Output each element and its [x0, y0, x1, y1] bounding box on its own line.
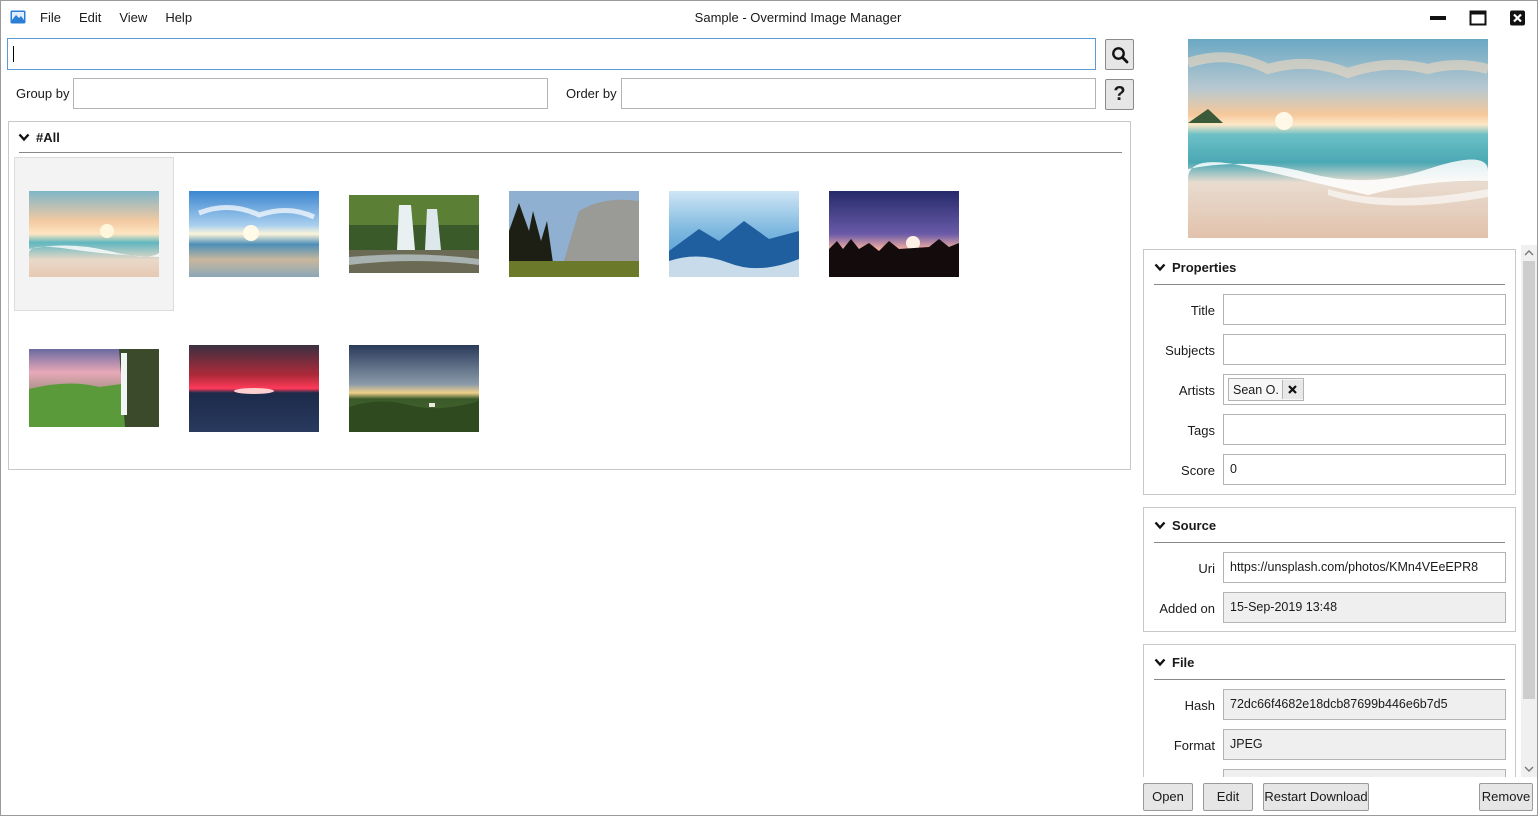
menu-help[interactable]: Help: [156, 1, 201, 35]
remove-artist-button[interactable]: [1281, 380, 1303, 399]
scroll-up-icon[interactable]: [1524, 248, 1534, 258]
gallery-tile-valley-waterfall[interactable]: [15, 312, 173, 464]
gallery-tile-mountains-clouds[interactable]: [655, 158, 813, 310]
tags-field[interactable]: [1223, 414, 1506, 445]
uri-label: Uri: [1198, 561, 1215, 576]
maximize-button[interactable]: [1468, 9, 1488, 27]
added-on-label: Added on: [1159, 601, 1215, 616]
gallery-tile-red-sunset[interactable]: [175, 312, 333, 464]
next-field: [1223, 769, 1506, 777]
thumbnail-valley-waterfall: [29, 349, 159, 427]
thumbnail-red-sunset: [189, 345, 319, 432]
source-section: Source Uri https://unsplash.com/photos/K…: [1143, 507, 1516, 632]
edit-button[interactable]: Edit: [1203, 783, 1253, 811]
thumbnail-granite-cliff: [509, 191, 639, 277]
file-title: File: [1172, 655, 1195, 670]
uri-field[interactable]: https://unsplash.com/photos/KMn4VEeEPR8: [1223, 552, 1506, 583]
close-icon: [1288, 385, 1298, 394]
file-divider: [1154, 679, 1505, 680]
artist-chip-label: Sean O.: [1233, 382, 1279, 397]
title-bar: File Edit View Help Sample - Overmind Im…: [1, 1, 1537, 35]
thumbnail-mountains-clouds: [669, 191, 799, 277]
thumbnail-dusk-forest: [829, 191, 959, 277]
hash-label: Hash: [1184, 698, 1215, 713]
title-label: Title: [1190, 303, 1215, 318]
gallery-tile-storm-landscape[interactable]: [335, 312, 493, 464]
search-button[interactable]: [1105, 39, 1134, 70]
source-title: Source: [1172, 518, 1217, 533]
group-header[interactable]: #All: [18, 130, 60, 145]
chevron-down-icon: [1154, 521, 1166, 530]
gallery-tile-dusk-forest[interactable]: [815, 158, 973, 310]
open-button[interactable]: Open: [1143, 783, 1193, 811]
artist-chip: Sean O.: [1228, 378, 1304, 401]
chevron-down-icon: [1154, 658, 1166, 667]
search-icon: [1111, 46, 1128, 63]
score-label: Score: [1181, 463, 1215, 478]
menu-file[interactable]: File: [31, 1, 70, 35]
gallery-tile-ocean-horizon[interactable]: [175, 158, 333, 310]
thumbnail-ocean-horizon: [189, 191, 319, 277]
app-logo-icon[interactable]: [10, 10, 26, 24]
close-button[interactable]: [1508, 9, 1528, 27]
gallery-tile-beach-sunset[interactable]: [14, 157, 174, 311]
properties-scrollbar[interactable]: [1521, 245, 1537, 777]
score-field[interactable]: 0: [1223, 454, 1506, 485]
gallery-tile-granite-cliff[interactable]: [495, 158, 653, 310]
format-field: JPEG: [1223, 729, 1506, 760]
image-preview: [1188, 39, 1488, 238]
menu-view[interactable]: View: [110, 1, 156, 35]
restart-download-button[interactable]: Restart Download: [1263, 783, 1369, 811]
gallery-tile-forest-waterfall[interactable]: [335, 158, 493, 310]
group-by-field[interactable]: [73, 78, 548, 109]
properties-header[interactable]: Properties: [1154, 260, 1236, 275]
help-button[interactable]: ?: [1105, 79, 1134, 110]
tags-label: Tags: [1187, 423, 1215, 438]
maximize-icon: [1469, 10, 1487, 26]
group-name: #All: [36, 130, 60, 145]
added-on-field: 15-Sep-2019 13:48: [1223, 592, 1506, 623]
properties-divider: [1154, 284, 1505, 285]
file-header[interactable]: File: [1154, 655, 1194, 670]
order-by-label: Order by: [566, 86, 617, 101]
chevron-down-icon: [1154, 263, 1166, 272]
thumbnail-forest-waterfall: [349, 195, 479, 273]
menu-edit[interactable]: Edit: [70, 1, 110, 35]
properties-section: Properties Title Subjects Artists Sean O…: [1143, 249, 1516, 495]
text-caret: [13, 46, 14, 62]
group-divider: [19, 152, 1122, 153]
format-label: Format: [1173, 738, 1215, 753]
artists-label: Artists: [1178, 383, 1215, 398]
file-section: File Hash 72dc66f4682e18dcb87699b446e6b7…: [1143, 644, 1516, 777]
group-by-label: Group by: [16, 86, 70, 101]
remove-button[interactable]: Remove: [1479, 783, 1533, 811]
app-window: File Edit View Help Sample - Overmind Im…: [0, 0, 1538, 816]
thumbnail-storm-landscape: [349, 345, 479, 432]
scrollbar-thumb[interactable]: [1523, 261, 1535, 699]
subjects-label: Subjects: [1165, 343, 1215, 358]
subjects-field[interactable]: [1223, 334, 1506, 365]
thumbnail-beach-sunset: [29, 191, 159, 277]
close-icon: [1510, 10, 1525, 26]
minimize-button[interactable]: [1428, 9, 1448, 27]
minimize-icon: [1430, 16, 1446, 20]
hash-field: 72dc66f4682e18dcb87699b446e6b7d5: [1223, 689, 1506, 720]
order-by-field[interactable]: [621, 78, 1096, 109]
search-input[interactable]: [7, 38, 1096, 70]
menu-bar: File Edit View Help: [31, 1, 201, 35]
title-field[interactable]: [1223, 294, 1506, 325]
image-gallery: #All: [8, 121, 1131, 470]
artists-field[interactable]: Sean O.: [1223, 374, 1506, 405]
source-header[interactable]: Source: [1154, 518, 1216, 533]
scroll-down-icon[interactable]: [1524, 764, 1534, 774]
source-divider: [1154, 542, 1505, 543]
chevron-down-icon: [18, 133, 30, 142]
properties-title: Properties: [1172, 260, 1237, 275]
window-title: Sample - Overmind Image Manager: [694, 10, 902, 25]
